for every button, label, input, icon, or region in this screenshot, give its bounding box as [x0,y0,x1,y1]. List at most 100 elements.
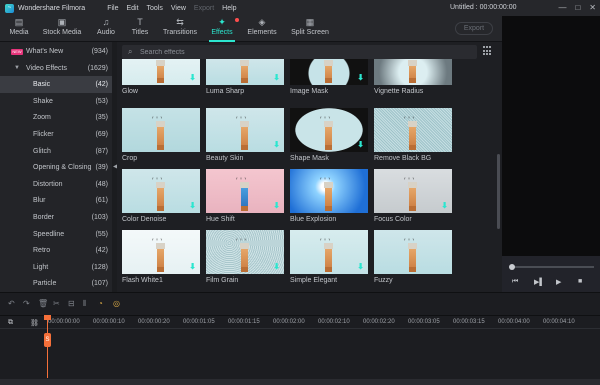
effect-card[interactable]: ᵥ ᵥ ᵥ Remove Black BG [374,108,452,162]
effect-card[interactable]: ᵥ ᵥ ᵥ ⬇ Flash White1 [122,230,200,284]
tab-stock-media[interactable]: ▣ Stock Media [42,16,82,42]
sidebar-item-what-s-new[interactable]: NEW What's New (934) [0,43,112,60]
minimize-icon[interactable]: — [558,3,566,13]
play-icon[interactable]: ▶ [556,278,578,286]
effect-thumbnail[interactable]: ᵥ ᵥ ᵥ [290,169,368,213]
add-track-icon[interactable]: ⧉ [8,319,13,327]
effect-thumbnail[interactable]: ⬇ [122,59,200,85]
effect-thumbnail[interactable] [374,59,452,85]
link-icon[interactable]: ⛓ [30,319,39,327]
playhead-handle[interactable]: S [44,333,51,347]
effect-card[interactable]: ᵥ ᵥ ᵥ ⬇ Simple Elegant [290,230,368,284]
skip-back-icon[interactable]: ⏮ [512,278,534,286]
sidebar-item-basic[interactable]: Basic (42) [0,76,112,94]
effect-card[interactable]: ᵥ ᵥ ᵥ ⬇ Beauty Skin [206,108,284,162]
library-scrollbar[interactable] [497,154,500,229]
tab-effects[interactable]: ✦ Effects [208,16,239,42]
sidebar-item-blur[interactable]: Blur (61) [0,192,112,209]
preview-progress-track[interactable] [510,266,594,268]
effect-card[interactable]: ᵥ ᵥ ᵥ ⬇ Hue Shift [206,169,284,223]
effect-card[interactable]: ⬇ Image Mask [290,59,368,95]
tab-elements[interactable]: ◈ Elements [246,16,278,42]
sidebar-item-opening-closing[interactable]: Opening & Closing (39) [0,159,112,176]
tab-titles[interactable]: T Titles [128,16,152,42]
effect-thumbnail[interactable]: ᵥ ᵥ ᵥ ⬇ [122,169,200,213]
effect-thumbnail[interactable]: ᵥ ᵥ ᵥ ⬇ [290,108,368,152]
birds-icon: ᵥ ᵥ ᵥ [152,114,164,119]
close-icon[interactable]: ✕ [589,3,596,13]
effect-card[interactable]: ᵥ ᵥ ᵥ ⬇ Film Grain [206,230,284,284]
download-icon[interactable]: ⬇ [273,262,280,271]
audio-wave-icon[interactable]: ⫴ [83,299,98,309]
sidebar-item-distortion[interactable]: Distortion (48) [0,176,112,193]
download-icon[interactable]: ⬇ [273,73,280,82]
effect-thumbnail[interactable]: ᵥ ᵥ ᵥ ⬇ [122,230,200,274]
effect-thumbnail[interactable]: ᵥ ᵥ ᵥ ⬇ [374,169,452,213]
effect-card[interactable]: ⬇ Luma Sharp [206,59,284,95]
tab-split-screen[interactable]: ▦ Split Screen [290,16,330,42]
effect-card[interactable]: ⬇ Glow [122,59,200,95]
expand-caret-icon[interactable]: ▼ [14,65,20,71]
download-icon[interactable]: ⬇ [189,201,196,210]
download-icon[interactable]: ⬇ [189,262,196,271]
effect-thumbnail[interactable]: ᵥ ᵥ ᵥ ⬇ [206,169,284,213]
download-icon[interactable]: ⬇ [357,73,364,82]
sidebar-item-zoom[interactable]: Zoom (35) [0,109,112,126]
sidebar-item-video-effects[interactable]: ▼ Video Effects (1629) [0,60,112,77]
effect-card[interactable]: ᵥ ᵥ ᵥ Blue Explosion [290,169,368,223]
sidebar-item-retro[interactable]: Retro (42) [0,242,112,259]
sidebar-item-flicker[interactable]: Flicker (69) [0,126,112,143]
menu-help[interactable]: Help [222,5,236,12]
effect-thumbnail[interactable]: ᵥ ᵥ ᵥ [122,108,200,152]
effect-thumbnail[interactable]: ᵥ ᵥ ᵥ [374,230,452,274]
menu-export[interactable]: Export [194,5,214,12]
menu-file[interactable]: File [107,5,118,12]
search-input[interactable] [140,47,440,57]
download-icon[interactable]: ⬇ [357,140,364,149]
stop-icon[interactable]: ■ [578,278,600,286]
tab-media[interactable]: ▤ Media [6,16,32,42]
tab-audio[interactable]: ♫ Audio [94,16,118,42]
color-icon[interactable]: ◎ [113,299,128,309]
effect-card[interactable]: ᵥ ᵥ ᵥ ⬇ Color Denoise [122,169,200,223]
grid-view-icon[interactable] [483,46,493,56]
maximize-icon[interactable]: □ [575,3,580,13]
download-icon[interactable]: ⬇ [357,262,364,271]
effect-card[interactable]: ᵥ ᵥ ᵥ ⬇ Shape Mask [290,108,368,162]
effect-thumbnail[interactable]: ᵥ ᵥ ᵥ ⬇ [206,230,284,274]
effect-thumbnail[interactable]: ᵥ ᵥ ᵥ [374,108,452,152]
effect-card[interactable]: ᵥ ᵥ ᵥ ⬇ Focus Color [374,169,452,223]
effect-thumbnail[interactable]: ⬇ [290,59,368,85]
sidebar-item-glitch[interactable]: Glitch (87) [0,143,112,160]
effect-thumbnail[interactable]: ᵥ ᵥ ᵥ ⬇ [290,230,368,274]
timeline-ruler[interactable]: ⧉ ⛓ 00:00:00:00 00:00:00:10 00:00:00:20 00:… [0,315,600,329]
download-icon[interactable]: ⬇ [189,73,196,82]
undo-icon[interactable]: ↶ [8,299,23,309]
effect-card[interactable]: ᵥ ᵥ ᵥ Fuzzy [374,230,452,284]
effect-card[interactable]: ᵥ ᵥ ᵥ Crop [122,108,200,162]
redo-icon[interactable]: ↷ [23,299,38,309]
menu-view[interactable]: View [171,5,186,12]
effect-thumbnail[interactable]: ᵥ ᵥ ᵥ ⬇ [206,108,284,152]
export-button[interactable]: Export [455,22,493,35]
speed-icon[interactable]: ◔ [98,299,113,309]
crop-icon[interactable]: ⊟ [68,299,83,309]
menu-edit[interactable]: Edit [126,5,138,12]
download-icon[interactable]: ⬇ [273,201,280,210]
sidebar-item-shake[interactable]: Shake (53) [0,93,112,110]
delete-icon[interactable]: 🗑 [38,299,53,309]
timeline-scrollbar[interactable] [0,379,600,385]
sidebar-item-speedline[interactable]: Speedline (55) [0,226,112,243]
sidebar-item-light[interactable]: Light (128) [0,259,112,276]
download-icon[interactable]: ⬇ [441,201,448,210]
play-pause-icon[interactable]: ▶▌ [534,278,556,286]
download-icon[interactable]: ⬇ [273,140,280,149]
cut-icon[interactable]: ✂ [53,299,68,309]
sidebar-item-particle[interactable]: Particle (107) [0,275,112,292]
menu-tools[interactable]: Tools [147,5,163,12]
preview-progress-knob[interactable] [509,264,515,270]
effect-thumbnail[interactable]: ⬇ [206,59,284,85]
effect-card[interactable]: Vignette Radius [374,59,452,95]
sidebar-item-border[interactable]: Border (103) [0,209,112,226]
tab-transitions[interactable]: ⇆ Transitions [162,16,198,42]
